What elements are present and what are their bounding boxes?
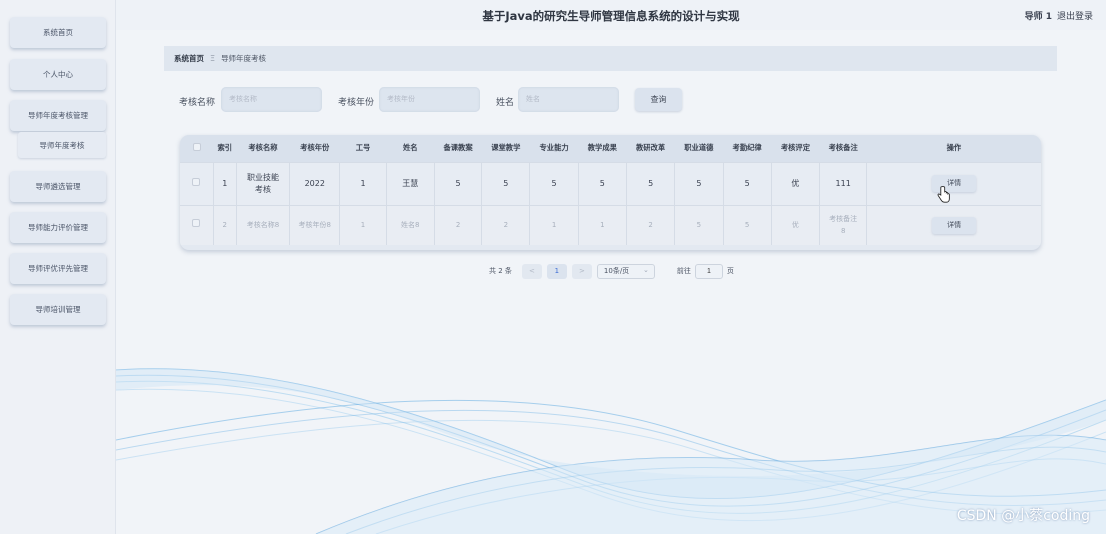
- top-header: 基于Java的研究生导师管理信息系统的设计与实现 导师 1 退出登录: [116, 0, 1106, 30]
- page-size-select[interactable]: 10条/页 ⌄: [596, 263, 655, 279]
- sidebar-item-home[interactable]: 系统首页: [10, 17, 106, 48]
- sidebar-subitem-annual-review[interactable]: 导师年度考核: [18, 132, 106, 158]
- cell-grade: 优: [771, 161, 821, 205]
- cell-teaching-reform: 5: [626, 161, 676, 205]
- cell-remark: 考核备注8: [819, 204, 868, 245]
- cell-professional-ethics: 5: [674, 204, 724, 245]
- cell-job-no: 1: [339, 204, 387, 245]
- total-count: 共 2 条: [489, 267, 512, 275]
- review-year-input[interactable]: [379, 87, 480, 112]
- sidebar-item-training-mgmt[interactable]: 导师培训管理: [10, 294, 106, 325]
- goto-page-input[interactable]: [694, 263, 723, 279]
- person-name-input[interactable]: [518, 87, 619, 112]
- sidebar-item-profile[interactable]: 个人中心: [10, 59, 106, 90]
- cell-classroom-teaching: 5: [481, 161, 531, 205]
- row-checkbox[interactable]: [180, 161, 214, 205]
- breadcrumb: 系统首页 Ξ 导师年度考核: [164, 46, 1057, 71]
- column-header: 姓名: [386, 135, 435, 162]
- column-header: 考勤纪律: [723, 135, 772, 162]
- review-name-label: 考核名称: [179, 98, 216, 108]
- logout-link[interactable]: 退出登录: [1057, 9, 1093, 22]
- column-header: 工号: [339, 135, 387, 162]
- cell-review-year: 考核年份8: [289, 204, 341, 245]
- person-name-label: 姓名: [496, 98, 515, 108]
- table-row: 2 考核名称8 考核年份8 1 姓名8 2 2 1 1 2 5 5 优 考核备注…: [180, 204, 1041, 245]
- current-user: 导师 1: [1024, 12, 1052, 22]
- cell-review-name: 考核名称8: [236, 204, 291, 245]
- breadcrumb-separator-icon: Ξ: [210, 54, 216, 63]
- cell-actions: 详情: [866, 161, 1041, 205]
- detail-button[interactable]: 详情: [932, 216, 977, 234]
- cell-person-name: 姓名8: [386, 204, 435, 245]
- prev-page-button[interactable]: <: [521, 263, 542, 279]
- column-header: 操作: [866, 135, 1041, 162]
- column-header: 课堂教学: [481, 135, 530, 162]
- page-size-value: 10条/页: [603, 267, 630, 275]
- watermark: CSDN @小蔡coding: [956, 508, 1090, 524]
- next-page-button[interactable]: >: [571, 263, 592, 279]
- table-row: 1 职业技能考核 2022 1 王慧 5 5 5 5 5 5 5 优 111 详…: [180, 161, 1041, 205]
- cell-actions: 详情: [866, 204, 1041, 245]
- hand-cursor-icon: [937, 186, 950, 203]
- cell-teaching-results: 1: [578, 204, 627, 245]
- cell-grade: 优: [771, 204, 821, 245]
- review-name-input[interactable]: [221, 87, 322, 112]
- sidebar-item-excellence-mgmt[interactable]: 导师评优评先管理: [10, 253, 106, 284]
- column-header: 职业道德: [674, 135, 724, 162]
- column-header: 考核备注: [819, 135, 867, 162]
- chevron-down-icon: ⌄: [643, 265, 649, 274]
- column-header: 考核年份: [289, 135, 340, 162]
- select-all-checkbox[interactable]: [180, 135, 214, 162]
- column-header: 教研改革: [626, 135, 675, 162]
- column-header: 考核名称: [236, 135, 290, 162]
- cell-teaching-reform: 2: [626, 204, 676, 245]
- review-table: 索引 考核名称 考核年份 工号 姓名 备课教案 课堂教学 专业能力 教学成果 教…: [180, 135, 1041, 250]
- review-year-label: 考核年份: [338, 98, 375, 108]
- cell-review-name: 职业技能考核: [236, 161, 291, 205]
- cell-index: 1: [213, 161, 237, 205]
- breadcrumb-current: 导师年度考核: [221, 54, 267, 63]
- query-button[interactable]: 查询: [635, 88, 682, 111]
- cell-professional-ethics: 5: [674, 161, 724, 205]
- column-header: 教学成果: [578, 135, 627, 162]
- column-header: 专业能力: [529, 135, 579, 162]
- cell-professional-ability: 5: [529, 161, 579, 205]
- sidebar-item-selection-mgmt[interactable]: 导师遴选管理: [10, 171, 106, 202]
- goto-label: 前往: [676, 267, 691, 275]
- breadcrumb-home[interactable]: 系统首页: [174, 53, 204, 64]
- column-header: 考核评定: [771, 135, 820, 162]
- column-header: 索引: [213, 135, 237, 162]
- page-number-button[interactable]: 1: [546, 263, 567, 279]
- cell-person-name: 王慧: [386, 161, 435, 205]
- cell-classroom-teaching: 2: [481, 204, 531, 245]
- cell-attendance: 5: [723, 161, 772, 205]
- cell-professional-ability: 1: [529, 204, 579, 245]
- sidebar-item-ability-eval-mgmt[interactable]: 导师能力评价管理: [10, 212, 106, 243]
- page-suffix-label: 页: [726, 267, 734, 275]
- cell-remark: 111: [819, 161, 868, 205]
- cell-attendance: 5: [723, 204, 772, 245]
- column-header: 备课教案: [434, 135, 482, 162]
- sidebar: 系统首页 个人中心 导师年度考核管理 导师年度考核 导师遴选管理 导师能力评价管…: [0, 0, 116, 534]
- pagination: 共 2 条 < 1 > 10条/页 ⌄ 前往 页: [489, 263, 734, 279]
- cell-lesson-prep: 2: [434, 204, 483, 245]
- row-checkbox[interactable]: [180, 204, 214, 245]
- cell-teaching-results: 5: [578, 161, 627, 205]
- page-title: 基于Java的研究生导师管理信息系统的设计与实现: [482, 9, 740, 23]
- sidebar-item-annual-review-mgmt[interactable]: 导师年度考核管理: [10, 100, 106, 131]
- table-header-row: 索引 考核名称 考核年份 工号 姓名 备课教案 课堂教学 专业能力 教学成果 教…: [180, 135, 1041, 162]
- cell-review-year: 2022: [289, 161, 341, 205]
- cell-job-no: 1: [339, 161, 387, 205]
- cell-index: 2: [213, 204, 237, 245]
- cell-lesson-prep: 5: [434, 161, 483, 205]
